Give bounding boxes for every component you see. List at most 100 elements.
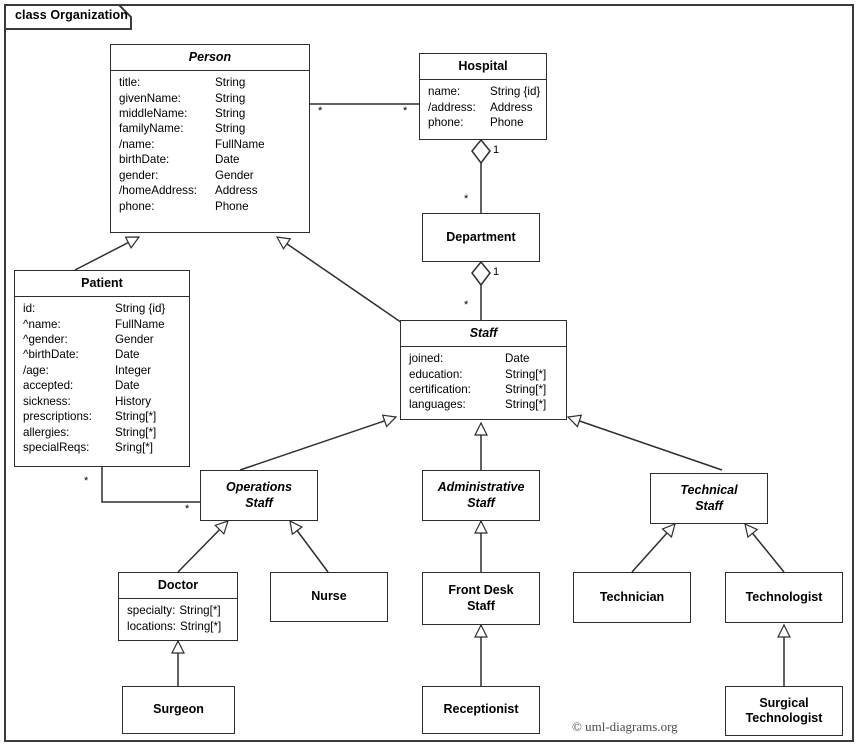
class-box-operations-staff[interactable]: Operations Staff xyxy=(200,470,318,521)
class-name-technologist: Technologist xyxy=(745,589,823,604)
attr-list-patient: id: String {id} ^name: FullName ^gender: Ge… xyxy=(15,297,189,459)
attr-type: String[*] xyxy=(505,367,547,381)
attr-type: Integer xyxy=(115,363,152,377)
class-name-nurse: Nurse xyxy=(311,589,347,604)
class-box-department[interactable]: Department xyxy=(422,213,540,262)
class-box-technologist[interactable]: Technologist xyxy=(725,572,843,623)
attr-row: accepted: Date xyxy=(15,378,189,393)
attr-type: String {id} xyxy=(115,302,166,316)
attr-name: birthDate: xyxy=(119,153,170,167)
attr-type: String[*] xyxy=(115,410,157,424)
class-box-technical-staff[interactable]: Technical Staff xyxy=(650,473,768,524)
attr-row: gender: Gender xyxy=(111,168,309,183)
class-name-surgical-technologist: Surgical Technologist xyxy=(745,695,823,725)
attr-list-hospital: name: String {id} /address: Address phone:… xyxy=(420,80,546,134)
attr-type: String[*] xyxy=(179,619,222,633)
attr-name: phone: xyxy=(428,116,464,130)
class-box-doctor[interactable]: Doctor specialty: String[*] locations: Str… xyxy=(118,572,238,641)
attr-name: sickness: xyxy=(23,394,71,408)
class-name-doctor: Doctor xyxy=(119,573,237,600)
class-name-patient: Patient xyxy=(15,271,189,298)
attr-row: sickness: History xyxy=(15,394,189,409)
attr-row: languages: String[*] xyxy=(401,397,566,412)
multiplicity-patient-operations-patient-end: * xyxy=(84,475,89,487)
class-box-administrative-staff[interactable]: Administrative Staff xyxy=(422,470,540,521)
attr-name: middleName: xyxy=(119,107,188,121)
attr-name: education: xyxy=(409,367,463,381)
attr-type: String[*] xyxy=(505,398,547,412)
multiplicity-hospital-department-department-end: * xyxy=(464,193,469,205)
attr-type: Date xyxy=(115,379,140,393)
attr-row: joined: Date xyxy=(401,351,566,366)
attr-type: Sring[*] xyxy=(115,440,154,454)
attr-row: /homeAddress: Address xyxy=(111,183,309,198)
attr-name: joined: xyxy=(409,352,444,366)
attr-row: familyName: String xyxy=(111,121,309,136)
attr-row: /age: Integer xyxy=(15,363,189,378)
attr-name: gender: xyxy=(119,168,159,182)
class-box-hospital[interactable]: Hospital name: String {id} /address: Addre… xyxy=(419,53,547,140)
class-box-receptionist[interactable]: Receptionist xyxy=(422,686,540,734)
uml-class-diagram: class Organization Person title: String … xyxy=(0,0,860,747)
attr-name: prescriptions: xyxy=(23,410,92,424)
attr-type: Date xyxy=(215,153,240,167)
class-box-surgeon[interactable]: Surgeon xyxy=(122,686,235,734)
attr-name: /name: xyxy=(119,137,155,151)
class-name-administrative-staff: Administrative Staff xyxy=(437,480,525,510)
attr-type: String xyxy=(215,76,246,90)
attr-type: Phone xyxy=(490,116,524,130)
attr-row: ^name: FullName xyxy=(15,317,189,332)
attr-type: Gender xyxy=(215,168,254,182)
copyright-notice: © uml-diagrams.org xyxy=(572,719,678,734)
multiplicity-hospital-department-hospital-end: 1 xyxy=(493,144,500,156)
attr-row: specialReqs: Sring[*] xyxy=(15,440,189,455)
class-box-staff[interactable]: Staff joined: Date education: String[*] ce… xyxy=(400,320,567,420)
attr-row: middleName: String xyxy=(111,106,309,121)
attr-row: ^gender: Gender xyxy=(15,332,189,347)
class-box-front-desk-staff[interactable]: Front Desk Staff xyxy=(422,572,540,625)
class-box-nurse[interactable]: Nurse xyxy=(270,572,388,622)
attr-row: allergies: String[*] xyxy=(15,425,189,440)
attr-name: accepted: xyxy=(23,379,74,393)
attr-row: certification: String[*] xyxy=(401,382,566,397)
attr-type: Phone xyxy=(215,199,249,213)
attr-type: String xyxy=(215,122,246,136)
attr-type: String[*] xyxy=(115,425,157,439)
class-box-person[interactable]: Person title: String givenName: String mid… xyxy=(110,44,310,233)
attr-name: certification: xyxy=(409,383,471,397)
class-box-surgical-technologist[interactable]: Surgical Technologist xyxy=(725,686,843,736)
attr-row: id: String {id} xyxy=(15,301,189,316)
class-box-patient[interactable]: Patient id: String {id} ^name: FullName ^g… xyxy=(14,270,190,467)
attr-name: id: xyxy=(23,302,36,316)
class-name-front-desk-staff: Front Desk Staff xyxy=(448,583,514,613)
attr-type: FullName xyxy=(215,137,265,151)
attr-row: education: String[*] xyxy=(401,367,566,382)
attr-row: specialty: String[*] xyxy=(119,603,237,618)
attr-row: phone: Phone xyxy=(111,199,309,214)
attr-type: History xyxy=(115,394,152,408)
attr-name: ^name: xyxy=(23,317,61,331)
attr-name: givenName: xyxy=(119,91,181,105)
attr-name: languages: xyxy=(409,398,466,412)
attr-row: phone: Phone xyxy=(420,115,546,130)
frame-label: class Organization xyxy=(15,8,128,22)
attr-type: FullName xyxy=(115,317,165,331)
attr-type: String {id} xyxy=(490,85,541,99)
attr-type: String xyxy=(215,91,246,105)
attr-list-doctor: specialty: String[*] locations: String[*] xyxy=(119,599,237,638)
class-name-hospital: Hospital xyxy=(420,54,546,81)
class-box-technician[interactable]: Technician xyxy=(573,572,691,623)
class-name-department: Department xyxy=(446,229,516,244)
attr-name: title: xyxy=(119,76,141,90)
attr-type: String[*] xyxy=(505,383,547,397)
attr-row: birthDate: Date xyxy=(111,152,309,167)
attr-name: allergies: xyxy=(23,425,70,439)
attr-type: Date xyxy=(115,348,140,362)
multiplicity-person-hospital-person-end: * xyxy=(318,105,323,117)
attr-name: ^gender: xyxy=(23,333,68,347)
attr-type: Address xyxy=(215,184,258,198)
attr-name: familyName: xyxy=(119,122,184,136)
attr-type: Address xyxy=(490,100,533,114)
class-name-operations-staff: Operations Staff xyxy=(226,480,292,510)
attr-list-staff: joined: Date education: String[*] certific… xyxy=(401,347,566,417)
